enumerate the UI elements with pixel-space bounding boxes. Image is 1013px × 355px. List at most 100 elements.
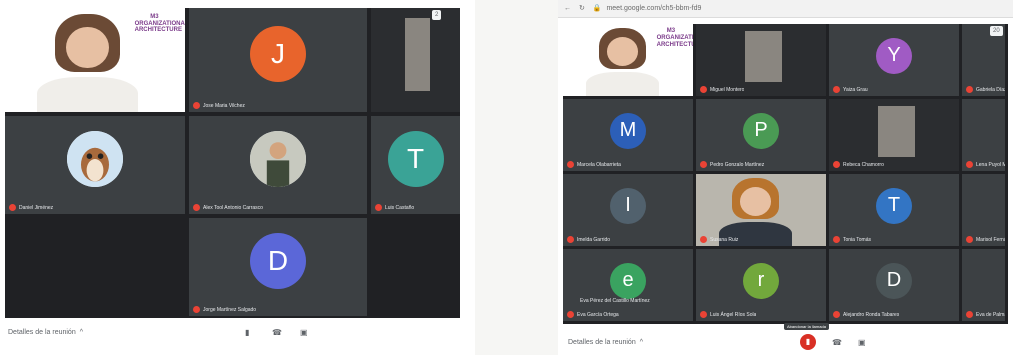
mic-muted-icon xyxy=(9,204,16,211)
participant-tile[interactable]: T Tonia Tomás xyxy=(829,174,959,246)
leave-call-tooltip: Abandonar la llamada xyxy=(784,323,829,330)
participant-name-label: Tonia Tomás xyxy=(843,236,871,243)
right-bottom-bar: Detalles de la reunión ^ ▮ ☎ ▣ xyxy=(558,330,1013,354)
chevron-up-icon[interactable]: ^ xyxy=(640,339,643,346)
overlay-caption: Eva Pérez del Castillo Martínez xyxy=(580,298,650,304)
participant-name: Pedro Gonzalo Martínez xyxy=(700,161,764,168)
participant-name: Jorge Martínez Salgado xyxy=(193,306,256,313)
participant-name: Gabriela Díaz García xyxy=(966,86,1005,93)
participant-tile[interactable]: D Jorge Martínez Salgado xyxy=(189,218,367,316)
participant-avatar: P xyxy=(743,112,779,149)
hang-up-icon[interactable]: ☎ xyxy=(272,328,282,337)
mic-muted-icon xyxy=(700,236,707,243)
participant-tile[interactable]: e Eva García Ortega xyxy=(563,249,693,321)
participant-tile[interactable]: J Jose Maria Vilchez xyxy=(189,8,367,112)
participant-tile[interactable] xyxy=(371,8,460,112)
participant-name-label: Miguel Montero xyxy=(710,86,745,93)
person-face xyxy=(740,186,772,216)
participant-name-label: Luis Ángel Ríos Sola xyxy=(710,311,757,318)
mic-muted-icon xyxy=(193,204,200,211)
participant-name-label: Alex Tool Antonio Carrasco xyxy=(203,204,263,211)
mic-muted-icon xyxy=(966,236,973,243)
mic-muted-icon xyxy=(375,204,382,211)
chevron-up-icon[interactable]: ^ xyxy=(80,329,83,336)
participant-avatar: r xyxy=(743,262,779,299)
participant-tile[interactable] xyxy=(5,218,185,316)
participant-avatar: e xyxy=(610,262,646,299)
participant-tile[interactable]: I Imelda Garrido xyxy=(563,174,693,246)
microphone-off-icon[interactable]: ▮ xyxy=(800,334,816,350)
participant-photo xyxy=(745,31,782,82)
participant-avatar: D xyxy=(876,262,912,299)
participant-name: Alex Tool Antonio Carrasco xyxy=(193,204,263,211)
left-participant-count[interactable]: 2 xyxy=(432,10,442,20)
participant-tile[interactable]: M Marcela Olabarrieta xyxy=(563,99,693,171)
participant-name-label: Imelda Garrido xyxy=(577,236,611,243)
mic-muted-icon xyxy=(833,236,840,243)
participant-tile[interactable]: Eva de Palma xyxy=(962,249,1005,321)
mic-muted-icon xyxy=(833,86,840,93)
participant-tile[interactable]: T Luis Castaño xyxy=(371,116,460,214)
participant-name: Lena Puyol Martínez xyxy=(966,161,1005,168)
participant-name-label: Yaiza Grau xyxy=(843,86,868,93)
participant-photo xyxy=(404,18,430,92)
participant-name: Susana Ruiz xyxy=(700,236,738,243)
participant-name-label: Luis Castaño xyxy=(385,204,415,211)
meeting-details-link[interactable]: Detalles de la reunión xyxy=(8,329,76,336)
hang-up-icon[interactable]: ☎ xyxy=(832,338,842,347)
participant-name-label: Gabriela Díaz García xyxy=(976,86,1005,93)
participant-tile[interactable]: P Pedro Gonzalo Martínez xyxy=(696,99,826,171)
participant-name: Eva García Ortega xyxy=(567,311,619,318)
mic-muted-icon xyxy=(700,161,707,168)
left-meet-screenshot: M3 ORGANIZATIONAL ARCHITECTURE J Jose Mari… xyxy=(0,0,475,355)
participant-name-label: Pedro Gonzalo Martínez xyxy=(710,161,765,168)
participant-name: Luis Castaño xyxy=(375,204,414,211)
mic-muted-icon xyxy=(700,311,707,318)
participant-name: Jose Maria Vilchez xyxy=(193,102,245,109)
mic-muted-icon xyxy=(567,236,574,243)
participant-tile[interactable]: D Alejandro Ronda Tabares xyxy=(829,249,959,321)
participant-tile[interactable]: Marisol Fernández xyxy=(962,174,1005,246)
back-icon[interactable]: ← xyxy=(564,5,571,12)
participant-avatar: Y xyxy=(876,37,912,74)
participant-name: Rebeca Chamorro xyxy=(833,161,884,168)
participant-name-label: Marisol Fernández xyxy=(976,236,1005,243)
participant-name-label: Marcela Olabarrieta xyxy=(577,161,621,168)
participant-tile[interactable]: Alex Tool Antonio Carrasco xyxy=(189,116,367,214)
participant-tile[interactable]: Miguel Montero xyxy=(696,24,826,96)
reload-icon[interactable]: ↻ xyxy=(579,5,585,12)
participant-tile[interactable]: M3 ORGANIZATIONAL ARCHITECTURE xyxy=(5,8,185,112)
participant-avatar: I xyxy=(610,187,646,224)
meeting-details-link[interactable]: Detalles de la reunión xyxy=(568,339,636,346)
participant-tile[interactable]: M3 ORGANIZATIONAL ARCHITECTURE xyxy=(563,24,693,96)
participant-name-label: Rebeca Chamorro xyxy=(843,161,884,168)
person-body xyxy=(37,76,139,112)
participant-name: Yaiza Grau xyxy=(833,86,868,93)
participant-tile[interactable]: Rebeca Chamorro xyxy=(829,99,959,171)
mic-muted-icon xyxy=(966,311,973,318)
participant-name: Marisol Fernández xyxy=(966,236,1005,243)
mic-muted-icon xyxy=(833,161,840,168)
participant-tile[interactable]: Y Yaiza Grau xyxy=(829,24,959,96)
lock-icon: 🔒 xyxy=(592,5,602,12)
participant-tile[interactable]: r Luis Ángel Ríos Sola xyxy=(696,249,826,321)
participant-tile[interactable]: Daniel Jiménez xyxy=(5,116,185,214)
participant-tile[interactable] xyxy=(371,218,460,316)
right-participant-count[interactable]: 20 xyxy=(990,26,1003,36)
participant-name-label: Lena Puyol Martínez xyxy=(976,161,1005,168)
participant-tile[interactable]: Susana Ruiz xyxy=(696,174,826,246)
url-text[interactable]: meet.google.com/ch5-bbm-fd9 xyxy=(606,5,701,12)
mic-muted-icon xyxy=(193,102,200,109)
participant-photo-avatar xyxy=(250,131,306,188)
participant-tile[interactable]: Lena Puyol Martínez xyxy=(962,99,1005,171)
participant-name-label: Susana Ruiz xyxy=(710,236,739,243)
person-face xyxy=(607,36,639,66)
participant-avatar: T xyxy=(876,187,912,224)
browser-url-bar[interactable]: ← ↻ 🔒 meet.google.com/ch5-bbm-fd9 xyxy=(558,0,1013,18)
camera-icon[interactable]: ▣ xyxy=(858,338,866,347)
camera-icon[interactable]: ▣ xyxy=(300,328,308,337)
person-body xyxy=(586,71,660,96)
participant-avatar: M xyxy=(610,112,646,149)
microphone-icon[interactable]: ▮ xyxy=(245,328,249,337)
participant-name: Daniel Jiménez xyxy=(9,204,53,211)
